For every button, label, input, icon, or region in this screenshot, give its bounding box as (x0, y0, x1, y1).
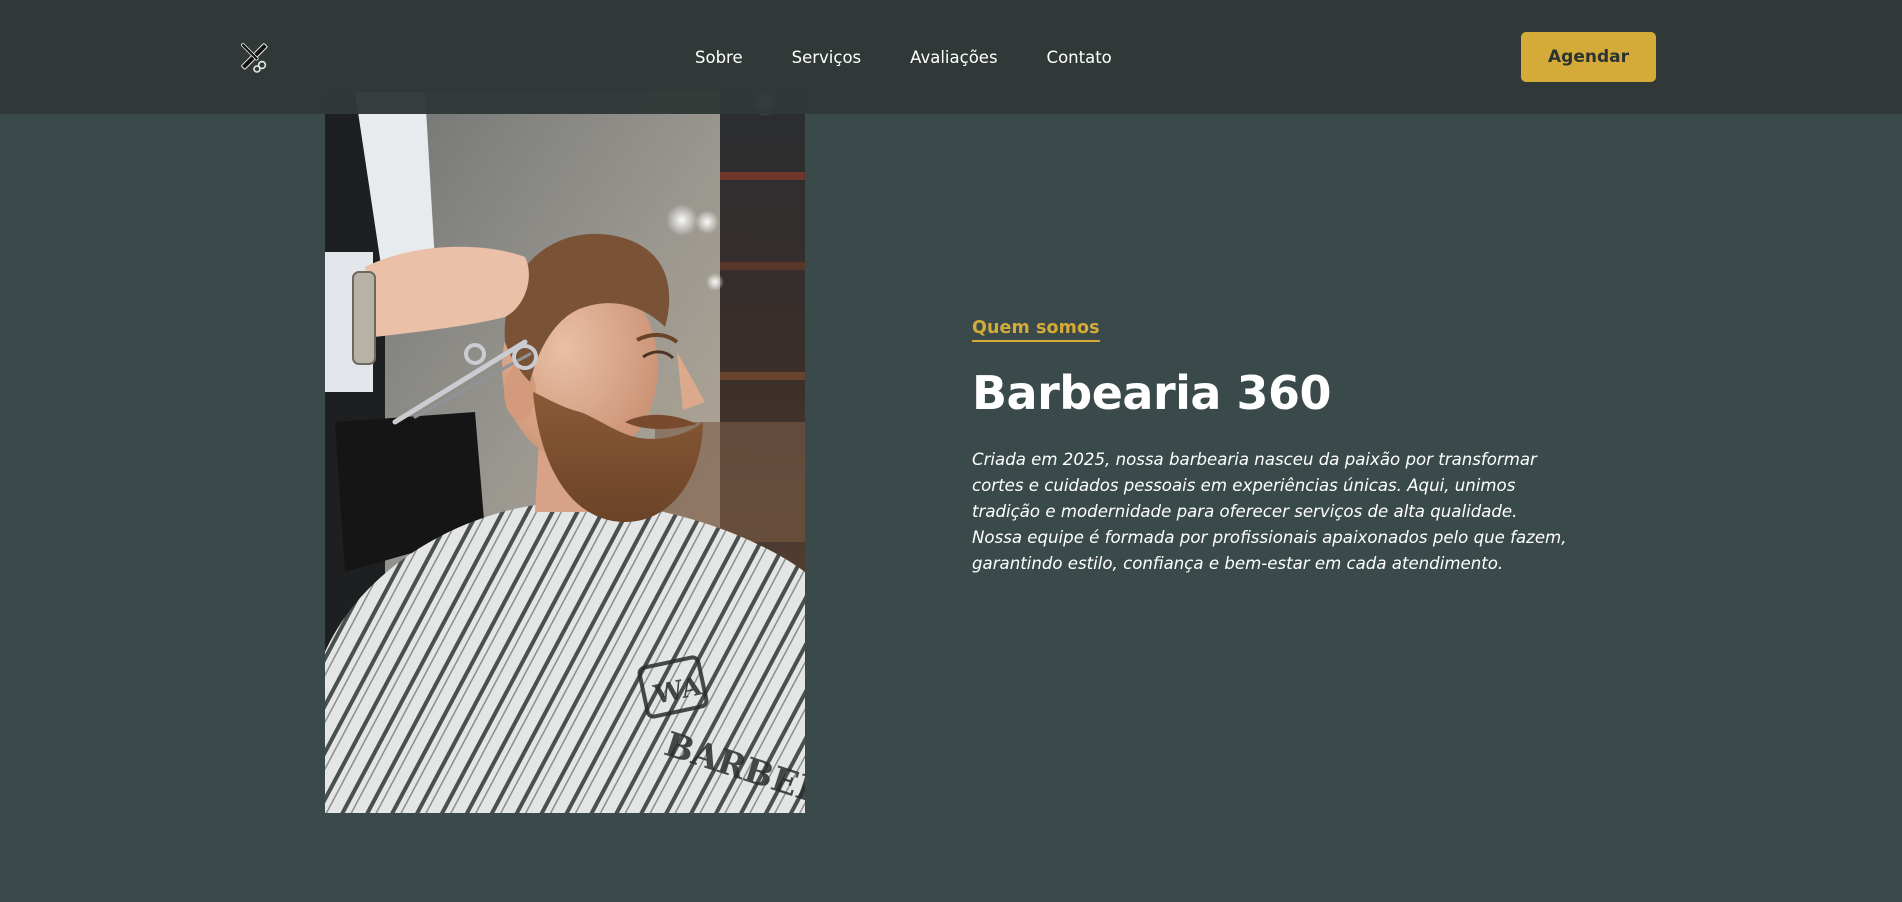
nav-link-sobre[interactable]: Sobre (695, 48, 743, 67)
page: Sobre Serviços Avaliações Contato Agenda… (0, 0, 1902, 902)
about-description: Criada em 2025, nossa barbearia nasceu d… (972, 449, 1567, 573)
agendar-button[interactable]: Agendar (1521, 32, 1656, 82)
navbar: Sobre Serviços Avaliações Contato Agenda… (0, 0, 1902, 114)
nav-link-servicos[interactable]: Serviços (792, 48, 862, 67)
nav-link-avaliacoes[interactable]: Avaliações (910, 48, 997, 67)
barber-photo: WA BARBER (325, 92, 805, 813)
main-nav: Sobre Serviços Avaliações Contato (695, 0, 1112, 114)
about-title: Barbearia 360 (972, 366, 1331, 420)
barber-logo-icon[interactable] (236, 38, 272, 74)
about-eyebrow-link[interactable]: Quem somos (972, 318, 1100, 342)
about-section: Quem somos Barbearia 360 Criada em 2025,… (972, 318, 1592, 577)
nav-link-contato[interactable]: Contato (1047, 48, 1112, 67)
